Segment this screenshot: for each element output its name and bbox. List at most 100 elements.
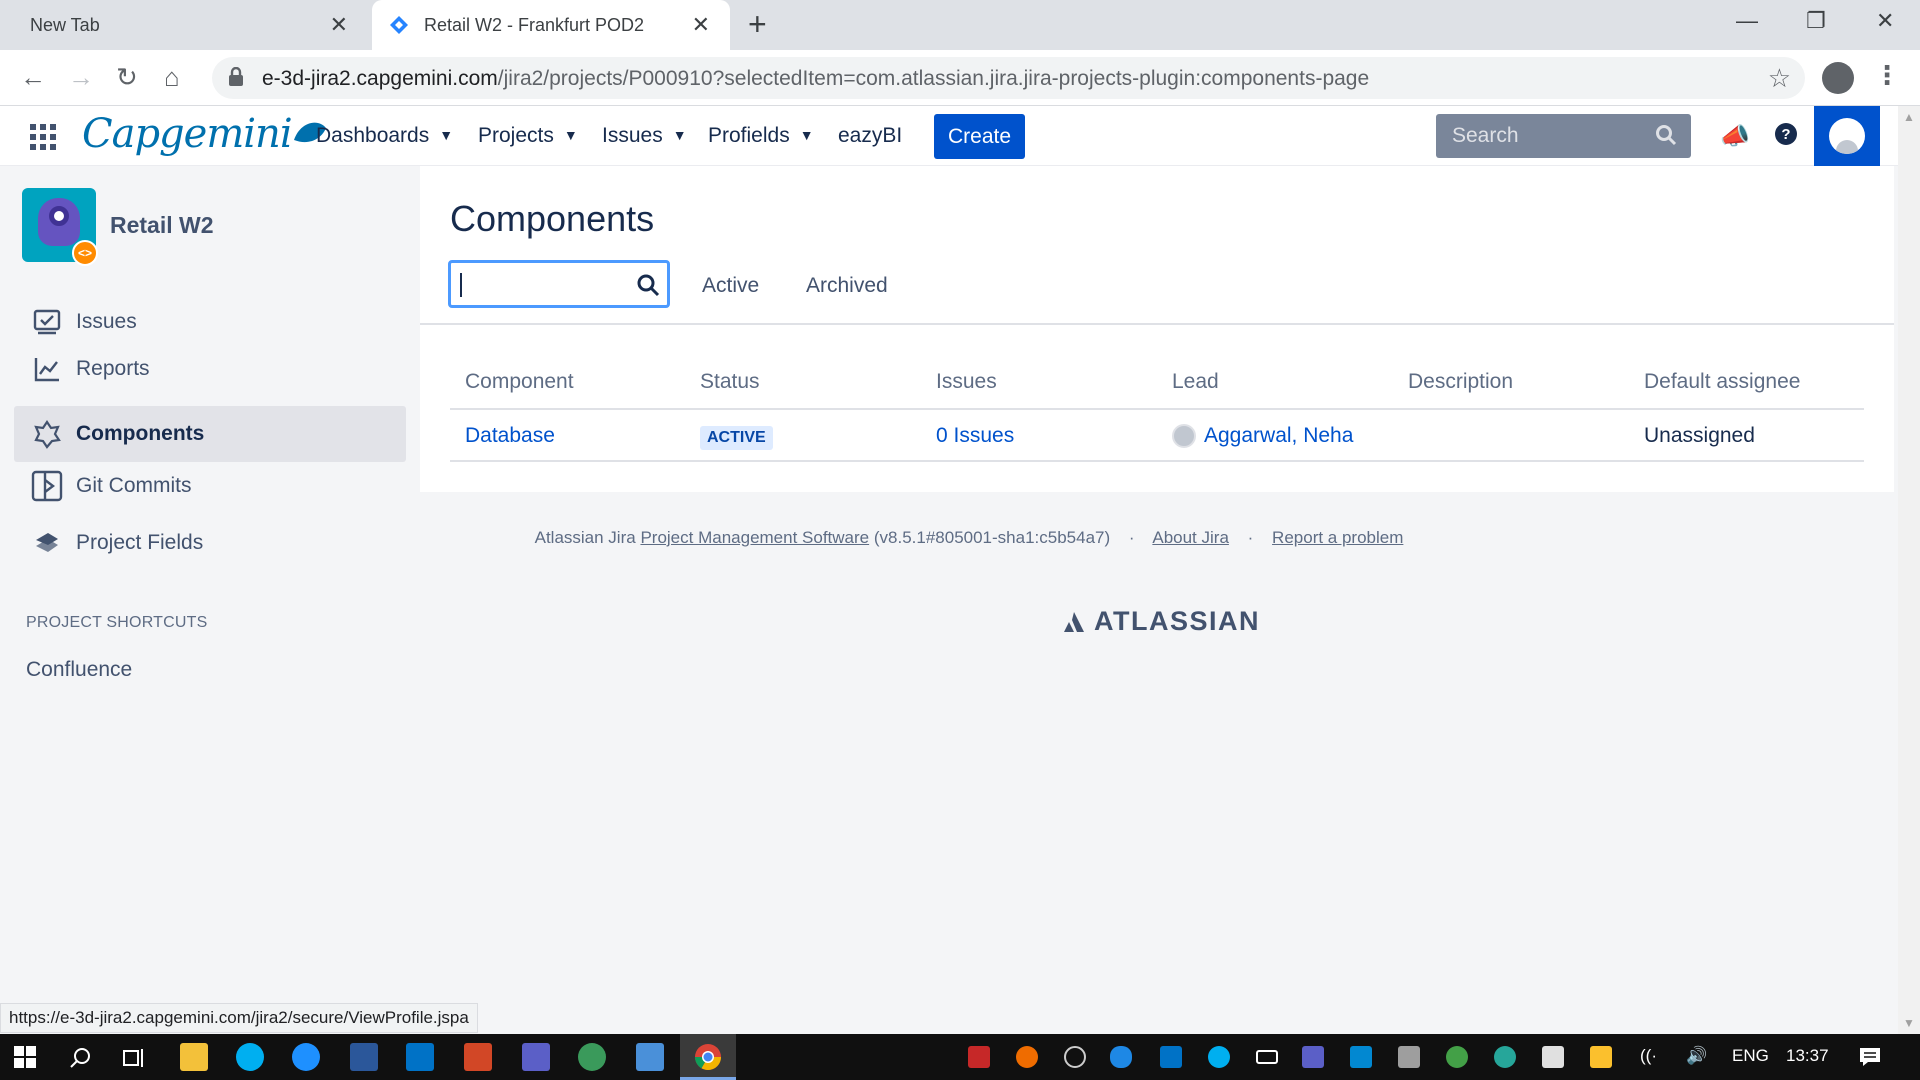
outlook-tray-icon[interactable] (1160, 1046, 1182, 1068)
capgemini-logo[interactable]: Capgemini (82, 110, 328, 158)
shield-icon[interactable] (1542, 1046, 1564, 1068)
language-indicator[interactable]: ENG (1732, 1046, 1769, 1066)
tray-app-icon[interactable] (968, 1046, 990, 1068)
close-tab-icon[interactable]: ✕ (692, 12, 710, 38)
url-host: e-3d-jira2.capgemini.com (262, 67, 498, 90)
menu-dashboards[interactable]: Dashboards ▼ (316, 124, 453, 148)
menu-issues[interactable]: Issues ▼ (602, 124, 687, 148)
volume-icon[interactable]: 🔊 (1686, 1046, 1707, 1066)
outlook-icon[interactable] (406, 1043, 434, 1071)
sidebar-item-git-commits[interactable]: Git Commits (14, 458, 406, 514)
task-view-icon[interactable] (122, 1046, 146, 1070)
lock-tray-icon[interactable] (1398, 1046, 1420, 1068)
close-tab-icon[interactable]: ✕ (330, 12, 348, 38)
network-globe-icon[interactable] (1446, 1046, 1468, 1068)
tab-archived[interactable]: Archived (806, 274, 888, 298)
bookmark-star-icon[interactable]: ☆ (1768, 63, 1791, 94)
restore-icon[interactable]: ❐ (1806, 8, 1826, 34)
megaphone-icon[interactable]: 📣 (1720, 122, 1750, 151)
user-avatar[interactable] (1814, 106, 1880, 166)
home-icon[interactable]: ⌂ (164, 60, 180, 94)
browser-toolbar: ← → ↻ ⌂ e-3d-jira2.capgemini.com/jira2/p… (0, 50, 1920, 106)
close-window-icon[interactable]: ✕ (1876, 8, 1894, 34)
report-problem-link[interactable]: Report a problem (1272, 528, 1403, 547)
app-switcher-icon[interactable] (30, 124, 56, 150)
help-icon[interactable]: ? (1774, 122, 1798, 153)
sidebar-item-label: Git Commits (76, 474, 192, 497)
address-bar[interactable]: e-3d-jira2.capgemini.com/jira2/projects/… (212, 57, 1805, 99)
vertical-scrollbar[interactable]: ▲ ▼ (1898, 106, 1920, 1034)
teams-tray-icon[interactable] (1302, 1046, 1324, 1068)
powerpoint-icon[interactable] (464, 1043, 492, 1071)
clock[interactable]: 13:37 (1786, 1046, 1829, 1066)
search-input[interactable]: Search (1436, 114, 1691, 158)
reports-icon (30, 352, 64, 386)
column-header-lead: Lead (1172, 370, 1219, 393)
browser-profile-icon[interactable] (1822, 62, 1854, 94)
skype-icon[interactable] (236, 1043, 264, 1071)
teams-icon[interactable] (522, 1043, 550, 1071)
sidebar-item-components[interactable]: Components (14, 406, 406, 462)
sidebar-item-label: Reports (76, 357, 150, 380)
word-icon[interactable] (350, 1043, 378, 1071)
wifi-icon[interactable]: ((· (1640, 1046, 1657, 1066)
lead-link[interactable]: Aggarwal, Neha (1204, 424, 1353, 448)
menu-label: eazyBI (838, 124, 903, 147)
create-button[interactable]: Create (934, 114, 1025, 159)
tab-new-tab[interactable]: New Tab ✕ (0, 0, 368, 50)
footer-separator: · (1128, 528, 1135, 547)
internet-explorer-icon[interactable] (292, 1043, 320, 1071)
column-header-component[interactable]: Component (465, 370, 574, 394)
chevron-down-icon: ▼ (563, 127, 578, 143)
windows-start-icon[interactable] (14, 1046, 36, 1068)
menu-label: Issues (602, 124, 663, 147)
settings-gear-icon[interactable] (1494, 1046, 1516, 1068)
sync-icon[interactable] (1064, 1046, 1086, 1068)
scroll-down-arrow-icon[interactable]: ▼ (1903, 1016, 1915, 1030)
issues-count-link[interactable]: 0 Issues (936, 424, 1014, 448)
footer-pm-link[interactable]: Project Management Software (640, 528, 869, 547)
search-icon (637, 274, 660, 297)
skype-tray-icon[interactable] (1208, 1046, 1230, 1068)
menu-projects[interactable]: Projects ▼ (478, 124, 578, 148)
security-app-icon[interactable] (1590, 1046, 1612, 1068)
atlassian-logo[interactable]: ATLASSIAN (1062, 606, 1260, 637)
status-badge: ACTIVE (700, 426, 773, 450)
user-avatar-icon (1829, 118, 1865, 154)
forward-arrow-icon[interactable]: → (68, 60, 94, 94)
taskbar-search-icon[interactable] (68, 1046, 92, 1070)
footer: Atlassian Jira Project Management Softwa… (0, 528, 1898, 548)
sidebar-item-reports[interactable]: Reports (14, 341, 406, 397)
action-center-icon[interactable] (1858, 1045, 1882, 1069)
page-title: Components (450, 198, 655, 239)
app-window-icon[interactable] (636, 1043, 664, 1071)
component-name-link[interactable]: Database (465, 424, 555, 448)
issues-icon (30, 305, 64, 339)
onedrive-icon[interactable] (1110, 1046, 1132, 1068)
new-tab-plus-icon[interactable]: + (748, 8, 767, 40)
atlassian-logo-text: ATLASSIAN (1094, 606, 1260, 636)
default-assignee-cell: Unassigned (1644, 424, 1755, 447)
battery-icon[interactable] (1256, 1050, 1278, 1064)
browser-menu-icon[interactable]: ⋮ (1874, 60, 1900, 91)
components-icon (30, 417, 64, 451)
tab-active[interactable]: Active (702, 274, 759, 298)
menu-eazybi[interactable]: eazyBI (838, 124, 902, 148)
file-explorer-icon[interactable] (180, 1043, 208, 1071)
component-filter-input[interactable] (448, 260, 670, 308)
project-header[interactable]: <> Retail W2 (22, 188, 402, 266)
minimize-icon[interactable]: — (1736, 8, 1758, 34)
menu-profields[interactable]: Profields ▼ (708, 124, 814, 148)
upload-icon[interactable] (1016, 1046, 1038, 1068)
menu-label: Projects (478, 124, 554, 147)
scroll-up-arrow-icon[interactable]: ▲ (1903, 110, 1915, 124)
shortcut-confluence[interactable]: Confluence (26, 658, 132, 682)
about-jira-link[interactable]: About Jira (1152, 528, 1229, 547)
back-arrow-icon[interactable]: ← (20, 60, 46, 94)
globe-app-icon[interactable] (578, 1043, 606, 1071)
text-caret (460, 273, 462, 297)
tab-retail-w2[interactable]: Retail W2 - Frankfurt POD2 ✕ (372, 0, 730, 50)
flash-icon[interactable] (1350, 1046, 1372, 1068)
reload-icon[interactable]: ↻ (116, 60, 138, 94)
sidebar-item-label: Components (76, 422, 205, 445)
